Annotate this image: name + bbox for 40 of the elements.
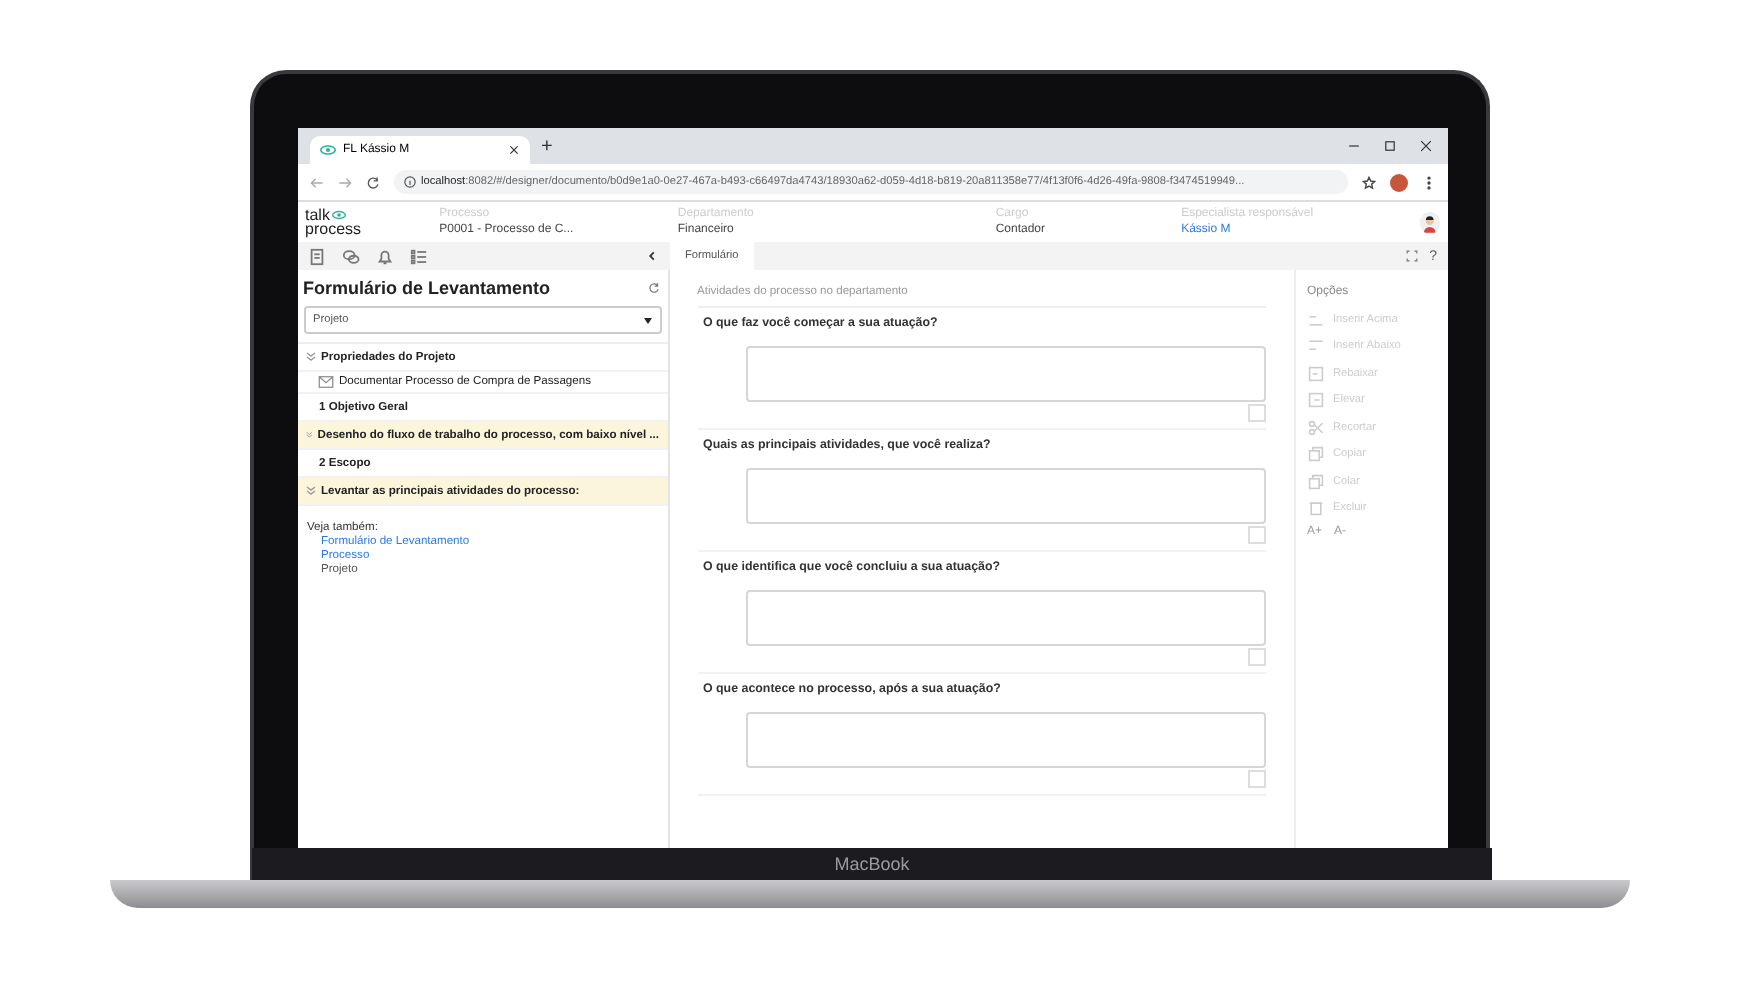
envelope-icon <box>317 376 333 388</box>
paste-icon <box>1307 473 1323 490</box>
user-avatar[interactable] <box>1419 211 1440 233</box>
forward-icon[interactable] <box>337 175 351 189</box>
info-icon[interactable] <box>403 176 415 188</box>
outdent-icon <box>1307 365 1323 382</box>
chevron-down-icon[interactable] <box>305 352 315 362</box>
maximize-icon[interactable] <box>1383 140 1395 152</box>
close-icon[interactable] <box>507 144 519 156</box>
reload-icon[interactable] <box>365 175 379 189</box>
chevron-down-icon[interactable] <box>305 430 312 440</box>
new-tab-button[interactable]: + <box>541 135 553 157</box>
logo: talk process <box>305 208 364 236</box>
insert-below-icon <box>1307 338 1323 355</box>
indent-icon <box>1307 392 1323 409</box>
resize-handle[interactable] <box>1247 404 1265 422</box>
back-icon[interactable] <box>309 175 323 189</box>
bell-icon[interactable] <box>375 247 393 265</box>
refresh-icon[interactable] <box>647 282 659 294</box>
collapse-icon[interactable] <box>645 250 657 262</box>
resize-handle[interactable] <box>1247 526 1265 544</box>
more-icon[interactable] <box>1421 175 1435 189</box>
chevron-down-icon[interactable] <box>305 486 315 496</box>
fullscreen-icon[interactable] <box>1405 250 1418 262</box>
close-icon[interactable] <box>1419 140 1431 152</box>
list-icon[interactable] <box>409 247 427 265</box>
insert-above-icon <box>1307 311 1323 328</box>
minimize-icon[interactable] <box>1347 140 1359 152</box>
copy-icon <box>1307 446 1323 463</box>
trash-icon <box>1307 500 1323 517</box>
eye-icon <box>319 144 335 156</box>
chat-icon[interactable] <box>341 247 359 265</box>
profile-avatar[interactable] <box>1389 173 1407 191</box>
document-icon[interactable] <box>307 247 325 265</box>
star-icon[interactable] <box>1361 175 1375 189</box>
resize-handle[interactable] <box>1247 770 1265 788</box>
panel-title: Formulário de Levantamento <box>303 278 553 298</box>
device-label: MacBook <box>834 854 910 874</box>
scissors-icon <box>1307 419 1323 436</box>
resize-handle[interactable] <box>1247 648 1265 666</box>
